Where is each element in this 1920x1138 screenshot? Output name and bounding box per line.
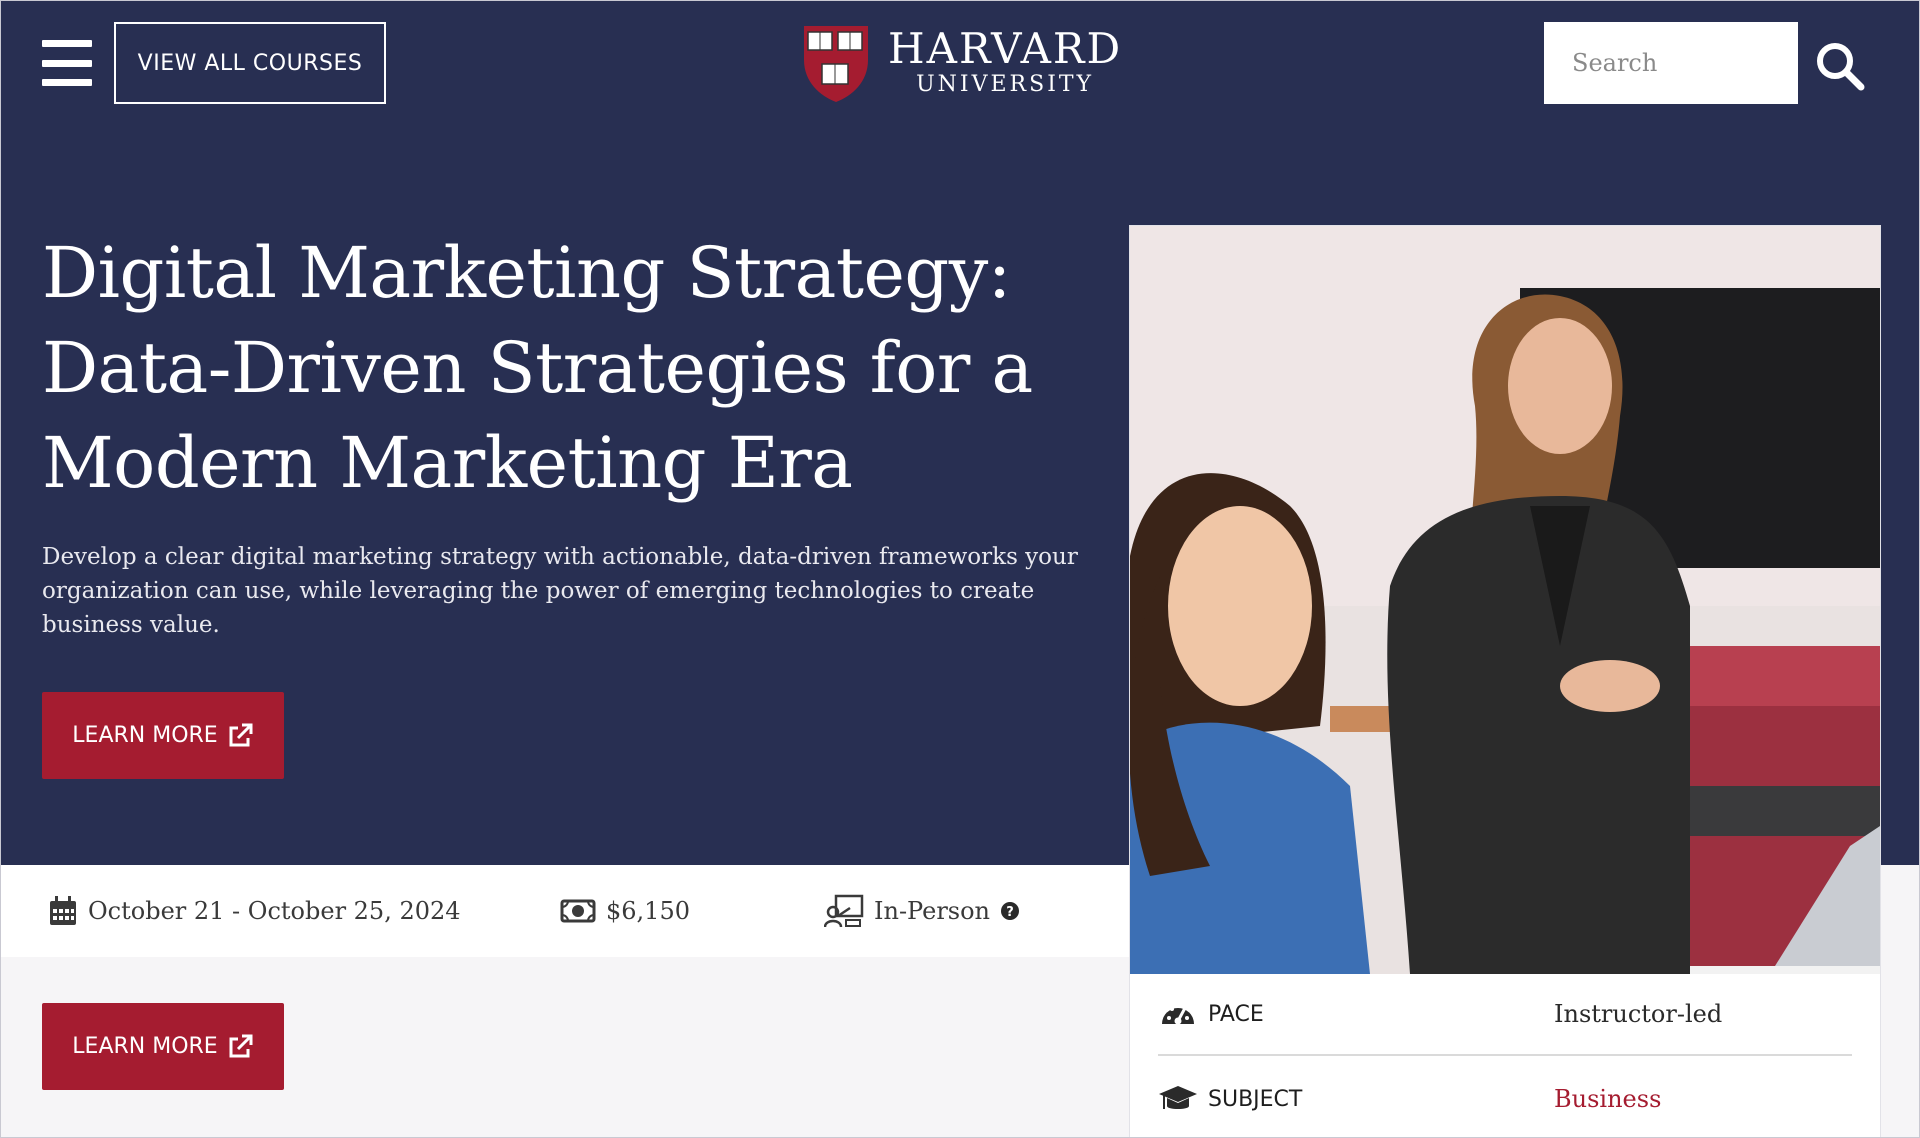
money-icon <box>560 899 596 923</box>
course-dates: October 21 - October 25, 2024 <box>48 865 461 957</box>
external-link-icon <box>229 723 253 746</box>
pace-row: PACE Instructor-led <box>1158 974 1852 1056</box>
question-circle-icon[interactable]: ? <box>1000 901 1020 921</box>
course-meta-strip: October 21 - October 25, 2024 $6,150 In-… <box>0 865 1130 957</box>
learn-more-button-secondary[interactable]: LEARN MORE <box>42 1003 284 1090</box>
course-price-text: $6,150 <box>606 897 690 925</box>
view-all-courses-button[interactable]: VIEW ALL COURSES <box>114 22 386 104</box>
in-person-icon <box>824 894 864 928</box>
subject-row: SUBJECT Business <box>1158 1058 1852 1138</box>
speedometer-icon <box>1162 1003 1194 1025</box>
subject-value-link[interactable]: Business <box>1554 1085 1661 1113</box>
logo-subname: UNIVERSITY <box>916 72 1095 97</box>
course-photo <box>1130 226 1880 974</box>
subject-label: SUBJECT <box>1208 1086 1303 1112</box>
learn-more-label: LEARN MORE <box>72 723 218 748</box>
learn-more-label-secondary: LEARN MORE <box>72 1034 218 1059</box>
search-input[interactable] <box>1544 22 1798 104</box>
logo-name: HARVARD <box>888 24 1123 73</box>
learn-more-button[interactable]: LEARN MORE <box>42 692 284 779</box>
veritas-shield-icon <box>804 26 868 102</box>
external-link-icon <box>229 1034 253 1057</box>
course-format: In-Person ? <box>824 865 1030 957</box>
pace-label: PACE <box>1208 1001 1264 1027</box>
pace-value: Instructor-led <box>1554 1000 1723 1028</box>
course-dates-text: October 21 - October 25, 2024 <box>88 897 461 925</box>
course-price: $6,150 <box>560 865 690 957</box>
harvard-logo[interactable]: HARVARD UNIVERSITY <box>800 22 1122 104</box>
calendar-icon <box>50 896 76 925</box>
hamburger-menu-icon[interactable] <box>42 40 92 86</box>
course-description: Develop a clear digital marketing strate… <box>42 544 1078 638</box>
svg-text:?: ? <box>1006 905 1014 920</box>
course-format-text: In-Person <box>874 897 991 925</box>
page-title: Digital Marketing Strategy: Data-Driven … <box>42 232 1033 504</box>
graduation-cap-icon <box>1159 1086 1197 1109</box>
search-icon[interactable] <box>1814 40 1866 92</box>
course-info-card: PACE Instructor-led SUBJECT Business <box>1130 226 1880 1138</box>
